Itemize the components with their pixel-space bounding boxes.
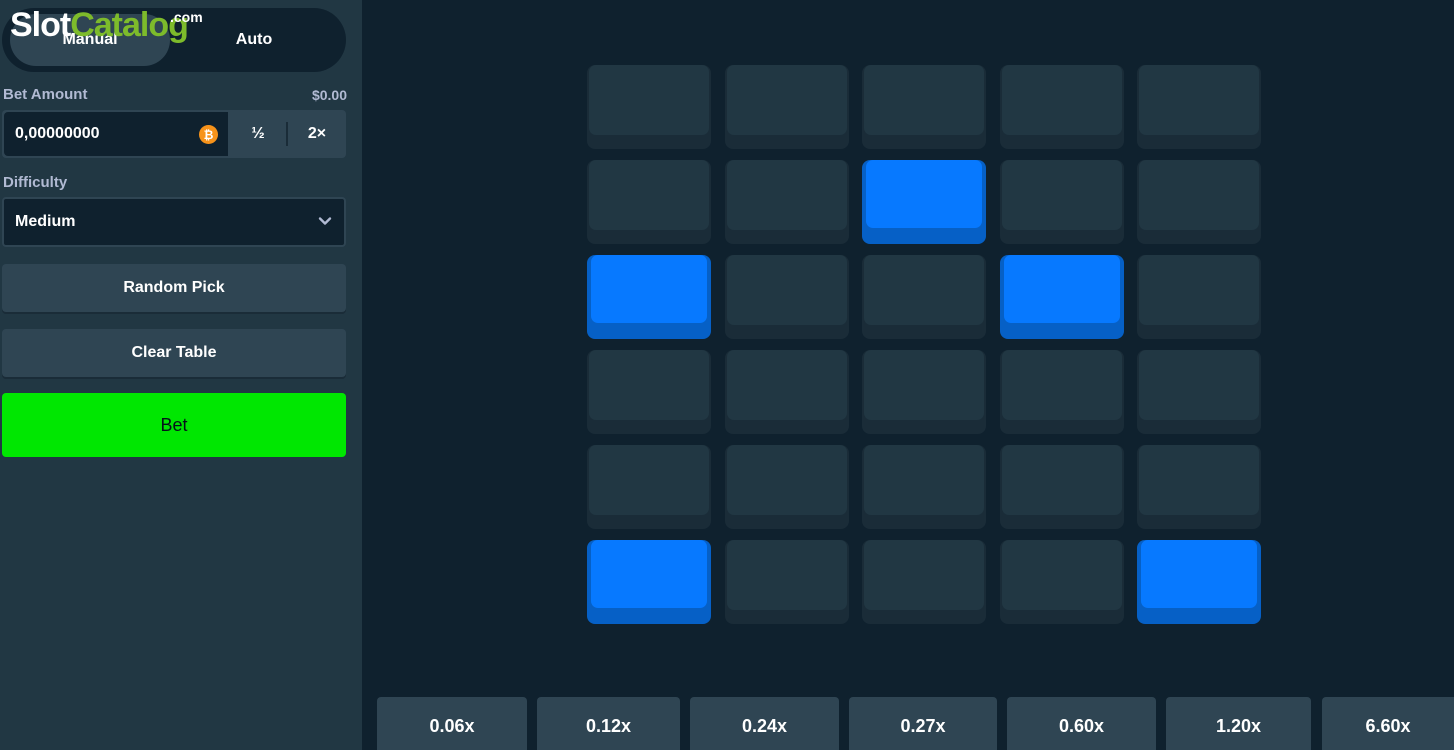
grid-tile[interactable]	[1137, 445, 1261, 529]
game-area: 0.06x 0.12x 0.24x 0.27x 0.60x 1.20x 6.60…	[362, 0, 1454, 750]
grid-tile[interactable]	[862, 65, 986, 149]
random-pick-button[interactable]: Random Pick	[2, 264, 346, 312]
multiplier-4: 0.27x	[849, 697, 997, 750]
tile-face	[1139, 350, 1259, 420]
tile-face	[1002, 65, 1122, 135]
multiplier-5: 0.60x	[1007, 697, 1156, 750]
half-bet-button[interactable]: ½	[230, 110, 286, 158]
multiplier-1: 0.06x	[377, 697, 527, 750]
grid-tile[interactable]	[587, 160, 711, 244]
tile-face	[864, 540, 984, 610]
tile-face	[727, 445, 847, 515]
tile-face	[1141, 540, 1257, 608]
logo-slot-text: Slot	[10, 6, 71, 44]
tile-face	[727, 255, 847, 325]
bet-amount-control: 0,00000000 ₿ ½ 2×	[2, 110, 346, 158]
tile-face	[1002, 350, 1122, 420]
app: Manual Auto SlotCatalog .com Bet Amount …	[0, 0, 1454, 750]
grid-tile[interactable]	[725, 540, 849, 624]
grid-tile[interactable]	[1137, 65, 1261, 149]
grid-tile[interactable]	[725, 65, 849, 149]
bet-amount-value: 0,00000000	[15, 125, 100, 142]
grid-tile[interactable]	[587, 350, 711, 434]
bet-amount-label: Bet Amount	[3, 86, 88, 103]
random-pick-label: Random Pick	[123, 279, 225, 296]
grid-tile[interactable]	[1000, 350, 1124, 434]
grid-tile[interactable]	[1000, 65, 1124, 149]
grid-tile[interactable]	[1137, 540, 1261, 624]
tile-face	[1139, 255, 1259, 325]
multiplier-bar: 0.06x 0.12x 0.24x 0.27x 0.60x 1.20x 6.60…	[362, 697, 1454, 750]
difficulty-select[interactable]: Medium	[2, 197, 346, 247]
bet-amount-input[interactable]: 0,00000000 ₿	[4, 112, 228, 156]
tile-face	[589, 350, 709, 420]
grid-tile[interactable]	[862, 350, 986, 434]
tile-face	[1139, 160, 1259, 230]
grid-tile[interactable]	[1137, 350, 1261, 434]
grid-tile[interactable]	[1137, 160, 1261, 244]
tile-face	[727, 65, 847, 135]
grid-tile[interactable]	[587, 540, 711, 624]
clear-table-button[interactable]: Clear Table	[2, 329, 346, 377]
double-bet-button[interactable]: 2×	[288, 110, 346, 158]
tile-face	[1004, 255, 1120, 323]
tile-face	[864, 445, 984, 515]
grid-tile[interactable]	[862, 540, 986, 624]
tile-face	[591, 540, 707, 608]
tile-face	[1002, 540, 1122, 610]
grid-tile[interactable]	[725, 255, 849, 339]
tile-face	[864, 350, 984, 420]
grid-tile[interactable]	[725, 350, 849, 434]
grid-tile[interactable]	[725, 160, 849, 244]
grid-tile[interactable]	[1000, 160, 1124, 244]
tile-face	[1139, 65, 1259, 135]
grid-tile[interactable]	[1000, 540, 1124, 624]
multiplier-6: 1.20x	[1166, 697, 1311, 750]
tile-face	[727, 160, 847, 230]
tile-face	[589, 160, 709, 230]
logo-com-text: .com	[170, 9, 203, 25]
grid-tile[interactable]	[1000, 255, 1124, 339]
grid-tile[interactable]	[587, 445, 711, 529]
tile-face	[727, 540, 847, 610]
multiplier-7: 6.60x	[1322, 697, 1454, 750]
grid-tile[interactable]	[1137, 255, 1261, 339]
grid-tile[interactable]	[862, 255, 986, 339]
bitcoin-icon: ₿	[199, 125, 218, 144]
grid-tile[interactable]	[862, 445, 986, 529]
tile-face	[591, 255, 707, 323]
tile-face	[589, 65, 709, 135]
tile-face	[1002, 445, 1122, 515]
tab-auto-label: Auto	[235, 31, 273, 48]
tile-face	[866, 160, 982, 228]
difficulty-value: Medium	[15, 213, 76, 230]
tile-face	[589, 445, 709, 515]
multiplier-3: 0.24x	[690, 697, 839, 750]
slotcatalog-watermark-logo: SlotCatalog .com	[10, 6, 203, 44]
grid-tile[interactable]	[862, 160, 986, 244]
bet-usd-value: $0.00	[311, 87, 347, 103]
tile-face	[1002, 160, 1122, 230]
grid-tile[interactable]	[587, 255, 711, 339]
tile-face	[727, 350, 847, 420]
grid-tile[interactable]	[1000, 445, 1124, 529]
grid-tile[interactable]	[587, 65, 711, 149]
grid-tile[interactable]	[725, 445, 849, 529]
bet-button-label: Bet	[160, 414, 188, 435]
multiplier-2: 0.12x	[537, 697, 680, 750]
bet-button[interactable]: Bet	[2, 393, 346, 457]
tile-face	[864, 255, 984, 325]
tile-face	[864, 65, 984, 135]
difficulty-label: Difficulty	[3, 174, 68, 191]
tile-face	[1139, 445, 1259, 515]
clear-table-label: Clear Table	[131, 344, 217, 361]
sidebar: Manual Auto SlotCatalog .com Bet Amount …	[0, 0, 362, 750]
chevron-down-icon	[318, 217, 332, 225]
